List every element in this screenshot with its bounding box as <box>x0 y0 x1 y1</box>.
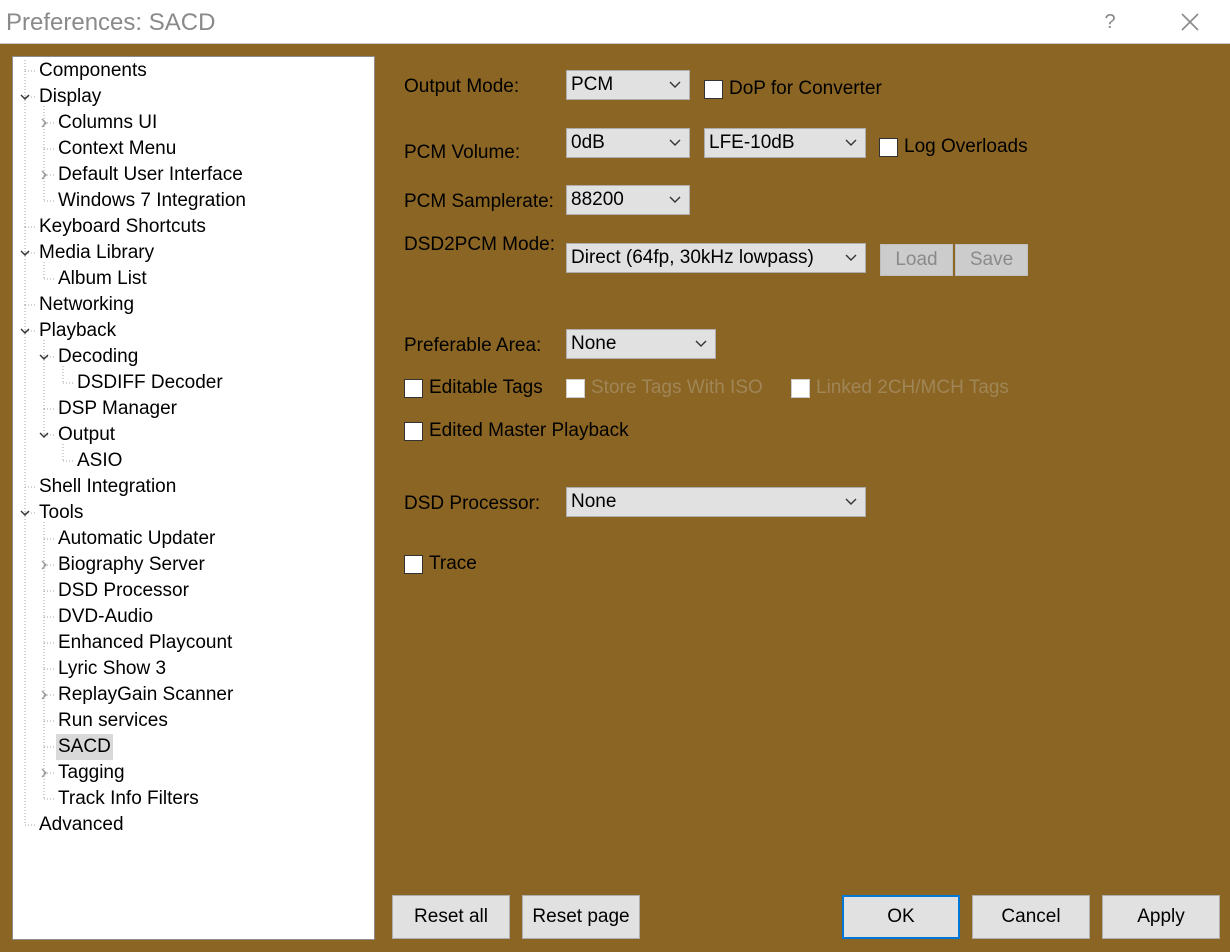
chevron-down-icon <box>669 139 681 146</box>
dsd2pcm-mode-select[interactable]: Direct (64fp, 30kHz lowpass) <box>566 243 866 273</box>
lfe-volume-value: LFE-10dB <box>709 132 795 153</box>
output-mode-select[interactable]: PCM <box>566 70 690 100</box>
tree-item[interactable]: Output <box>56 422 117 448</box>
chevron-down-icon[interactable] <box>38 351 50 363</box>
dsd2pcm-mode-label: DSD2PCM Mode: <box>404 234 555 255</box>
edited-master-label: Edited Master Playback <box>429 420 629 441</box>
tree-item[interactable]: Shell Integration <box>37 474 178 500</box>
tree-item[interactable]: Columns UI <box>56 110 159 136</box>
chevron-down-icon <box>845 139 857 146</box>
tree-item[interactable]: Networking <box>37 292 136 318</box>
preferences-tree[interactable]: Components Display Columns UI Context Menu D… <box>12 56 375 940</box>
pcm-samplerate-value: 88200 <box>571 189 624 210</box>
cancel-button[interactable]: Cancel <box>972 895 1090 939</box>
checkbox-box <box>566 379 585 398</box>
tree-item[interactable]: Album List <box>56 266 149 292</box>
tree-item[interactable]: SACD <box>56 734 113 760</box>
pcm-samplerate-label: PCM Samplerate: <box>404 191 554 212</box>
chevron-down-icon <box>695 340 707 347</box>
chevron-right-icon[interactable] <box>38 689 50 701</box>
dsd2pcm-mode-value: Direct (64fp, 30kHz lowpass) <box>571 247 814 268</box>
chevron-right-icon[interactable] <box>38 767 50 779</box>
chevron-down-icon[interactable] <box>38 429 50 441</box>
tree-item[interactable]: Run services <box>56 708 170 734</box>
ok-button[interactable]: OK <box>842 895 960 939</box>
preferable-area-label: Preferable Area: <box>404 335 542 356</box>
tree-item[interactable]: Enhanced Playcount <box>56 630 234 656</box>
dop-converter-label: DoP for Converter <box>729 78 882 99</box>
chevron-down-icon[interactable] <box>19 325 31 337</box>
tree-item[interactable]: Display <box>37 84 103 110</box>
chevron-down-icon <box>845 498 857 505</box>
editable-tags-label: Editable Tags <box>429 377 543 398</box>
tree-item[interactable]: Components <box>37 58 149 84</box>
chevron-right-icon[interactable] <box>38 559 50 571</box>
tree-item[interactable]: Media Library <box>37 240 156 266</box>
preferable-area-select[interactable]: None <box>566 329 716 359</box>
reset-all-button[interactable]: Reset all <box>392 895 510 939</box>
pcm-volume-select[interactable]: 0dB <box>566 128 690 158</box>
output-mode-label: Output Mode: <box>404 76 520 97</box>
tree-item[interactable]: DSP Manager <box>56 396 179 422</box>
chevron-down-icon <box>669 196 681 203</box>
tree-item[interactable]: ASIO <box>75 448 124 474</box>
reset-page-button[interactable]: Reset page <box>522 895 640 939</box>
output-mode-value: PCM <box>571 74 614 95</box>
checkbox-box[interactable] <box>704 80 723 99</box>
dsd-processor-value: None <box>571 491 617 512</box>
chevron-right-icon[interactable] <box>38 117 50 129</box>
help-button[interactable]: ? <box>1096 8 1124 36</box>
chevron-down-icon[interactable] <box>19 507 31 519</box>
checkbox-box[interactable] <box>404 555 423 574</box>
title-bar: Preferences: SACD ? <box>0 0 1230 44</box>
pcm-volume-label: PCM Volume: <box>404 142 521 163</box>
tree-item[interactable]: DVD-Audio <box>56 604 155 630</box>
tree-item[interactable]: Playback <box>37 318 118 344</box>
lfe-volume-select[interactable]: LFE-10dB <box>704 128 866 158</box>
load-button[interactable]: Load <box>880 244 953 276</box>
linked-tags-label: Linked 2CH/MCH Tags <box>816 377 1009 398</box>
chevron-down-icon <box>669 81 681 88</box>
chevron-down-icon[interactable] <box>19 247 31 259</box>
chevron-right-icon[interactable] <box>38 169 50 181</box>
tree-item[interactable]: Context Menu <box>56 136 178 162</box>
tree-item[interactable]: Tagging <box>56 760 127 786</box>
dsd-processor-label: DSD Processor: <box>404 493 541 514</box>
tree-item[interactable]: Track Info Filters <box>56 786 201 812</box>
log-overloads-label: Log Overloads <box>904 136 1028 157</box>
tree-item[interactable]: Windows 7 Integration <box>56 188 248 214</box>
preferable-area-value: None <box>571 333 617 354</box>
tree-item[interactable]: DSD Processor <box>56 578 191 604</box>
window-title: Preferences: SACD <box>6 9 216 36</box>
tree-item[interactable]: Lyric Show 3 <box>56 656 168 682</box>
trace-label: Trace <box>429 553 477 574</box>
tree-item[interactable]: ReplayGain Scanner <box>56 682 235 708</box>
save-button[interactable]: Save <box>955 244 1028 276</box>
tree-item[interactable]: Tools <box>37 500 85 526</box>
pcm-samplerate-select[interactable]: 88200 <box>566 185 690 215</box>
checkbox-box[interactable] <box>404 422 423 441</box>
pcm-volume-value: 0dB <box>571 132 605 153</box>
checkbox-box[interactable] <box>404 379 423 398</box>
checkbox-box <box>791 379 810 398</box>
tree-item[interactable]: Keyboard Shortcuts <box>37 214 208 240</box>
tree-item[interactable]: Advanced <box>37 812 126 838</box>
store-tags-iso-label: Store Tags With ISO <box>591 377 763 398</box>
tree-item[interactable]: DSDIFF Decoder <box>75 370 225 396</box>
chevron-down-icon[interactable] <box>19 91 31 103</box>
tree-item[interactable]: Biography Server <box>56 552 207 578</box>
tree-item[interactable]: Automatic Updater <box>56 526 217 552</box>
close-icon[interactable] <box>1176 8 1204 36</box>
tree-item[interactable]: Default User Interface <box>56 162 245 188</box>
tree-item[interactable]: Decoding <box>56 344 140 370</box>
checkbox-box[interactable] <box>879 138 898 157</box>
dsd-processor-select[interactable]: None <box>566 487 866 517</box>
chevron-down-icon <box>845 254 857 261</box>
apply-button[interactable]: Apply <box>1102 895 1220 939</box>
